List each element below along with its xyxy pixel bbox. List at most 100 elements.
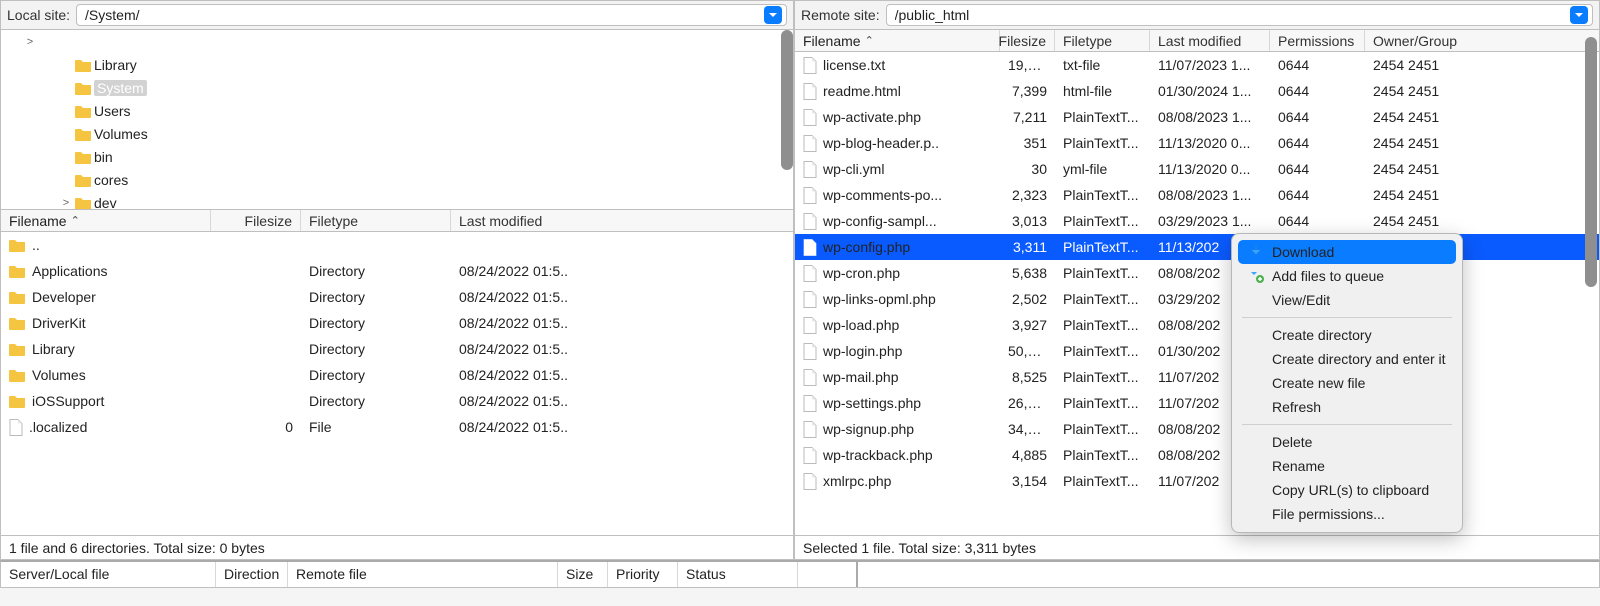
cell-filetype: Directory: [301, 263, 451, 279]
local-path-input-wrap[interactable]: [76, 4, 787, 26]
list-row[interactable]: wp-settings.php26,409PlainTextT...11/07/…: [795, 390, 1599, 416]
cell-filetype: PlainTextT...: [1055, 109, 1150, 125]
list-row[interactable]: wp-signup.php34,385PlainTextT...08/08/20…: [795, 416, 1599, 442]
menu-item-create-directory-and-enter-it[interactable]: Create directory and enter it: [1238, 347, 1456, 371]
tree-item[interactable]: Volumes: [1, 122, 793, 145]
list-row[interactable]: wp-blog-header.p..351PlainTextT...11/13/…: [795, 130, 1599, 156]
menu-item-delete[interactable]: Delete: [1238, 430, 1456, 454]
col-lastmod[interactable]: Last modified: [451, 210, 751, 231]
col-filetype[interactable]: Filetype: [1055, 30, 1150, 51]
file-icon: [803, 239, 817, 256]
queue-divider[interactable]: [798, 562, 858, 587]
transfer-queue-headers[interactable]: Server/Local fileDirectionRemote fileSiz…: [0, 560, 1600, 588]
list-row[interactable]: wp-load.php3,927PlainTextT...08/08/202: [795, 312, 1599, 338]
col-permissions[interactable]: Permissions: [1270, 30, 1365, 51]
cell-filetype: PlainTextT...: [1055, 447, 1150, 463]
file-icon: [803, 291, 817, 308]
local-file-list[interactable]: ..ApplicationsDirectory08/24/2022 01:5..…: [1, 232, 793, 535]
sort-asc-icon: ⌃: [865, 34, 874, 47]
menu-item-file-permissions-[interactable]: File permissions...: [1238, 502, 1456, 526]
queue-col-status[interactable]: Status: [678, 562, 798, 587]
folder-icon: [75, 127, 92, 141]
list-row[interactable]: LibraryDirectory08/24/2022 01:5..: [1, 336, 793, 362]
menu-item-rename[interactable]: Rename: [1238, 454, 1456, 478]
queue-col-remote[interactable]: Remote file: [288, 562, 558, 587]
tree-item[interactable]: >: [1, 30, 793, 53]
list-row[interactable]: wp-cli.yml30yml-file11/13/2020 0...06442…: [795, 156, 1599, 182]
disclosure-icon[interactable]: >: [59, 197, 73, 209]
cell-filename: wp-links-opml.php: [795, 291, 1000, 308]
tree-item-label: cores: [94, 172, 128, 188]
list-row[interactable]: xmlrpc.php3,154PlainTextT...11/07/202: [795, 468, 1599, 494]
local-path-input[interactable]: [85, 7, 760, 23]
list-row[interactable]: DeveloperDirectory08/24/2022 01:5..: [1, 284, 793, 310]
tree-item[interactable]: >dev: [1, 191, 793, 210]
cell-filetype: PlainTextT...: [1055, 135, 1150, 151]
cell-filename: wp-login.php: [795, 343, 1000, 360]
list-row[interactable]: ..: [1, 232, 793, 258]
col-filetype[interactable]: Filetype: [301, 210, 451, 231]
queue-col-direction[interactable]: Direction: [216, 562, 288, 587]
col-filesize[interactable]: Filesize: [1000, 30, 1055, 51]
download-icon: [1248, 244, 1264, 260]
disclosure-icon[interactable]: >: [23, 36, 37, 48]
list-row[interactable]: iOSSupportDirectory08/24/2022 01:5..: [1, 388, 793, 414]
remote-scrollbar[interactable]: [1585, 37, 1597, 287]
col-filename[interactable]: Filename⌃: [1, 210, 211, 231]
context-menu[interactable]: Download Add files to queueView/Edit Creat…: [1231, 233, 1463, 533]
queue-col-priority[interactable]: Priority: [608, 562, 678, 587]
col-lastmod[interactable]: Last modified: [1150, 30, 1270, 51]
list-row[interactable]: .localized0File08/24/2022 01:5..: [1, 414, 793, 440]
col-filename[interactable]: Filename⌃: [795, 30, 1000, 51]
list-row[interactable]: wp-cron.php5,638PlainTextT...08/08/202: [795, 260, 1599, 286]
menu-item-download[interactable]: Download: [1238, 240, 1456, 264]
queue-col-server[interactable]: Server/Local file: [1, 562, 216, 587]
local-list-headers[interactable]: Filename⌃FilesizeFiletypeLast modified: [1, 210, 793, 232]
tree-item[interactable]: Users: [1, 99, 793, 122]
col-owner[interactable]: Owner/Group: [1365, 30, 1470, 51]
cell-owner: 2454 2451: [1365, 109, 1470, 125]
tree-item[interactable]: bin: [1, 145, 793, 168]
list-row[interactable]: wp-trackback.php4,885PlainTextT...08/08/…: [795, 442, 1599, 468]
cell-owner: 2454 2451: [1365, 83, 1470, 99]
menu-item-label: Download: [1272, 244, 1334, 260]
folder-icon: [75, 173, 92, 187]
file-icon: [803, 265, 817, 282]
queue-col-size[interactable]: Size: [558, 562, 608, 587]
tree-item[interactable]: Library: [1, 53, 793, 76]
menu-item-add-files-to-queue[interactable]: Add files to queue: [1238, 264, 1456, 288]
cell-filename: wp-trackback.php: [795, 447, 1000, 464]
cell-filesize: 50,927: [1000, 343, 1055, 359]
menu-item-view-edit[interactable]: View/Edit: [1238, 288, 1456, 312]
remote-list-headers[interactable]: Filename⌃FilesizeFiletypeLast modifiedPe…: [795, 30, 1599, 52]
tree-item[interactable]: System: [1, 76, 793, 99]
list-row[interactable]: wp-config-sampl...3,013PlainTextT...03/2…: [795, 208, 1599, 234]
list-row[interactable]: license.txt19,915txt-file11/07/2023 1...…: [795, 52, 1599, 78]
menu-item-copy-url-s-to-clipboard[interactable]: Copy URL(s) to clipboard: [1238, 478, 1456, 502]
list-row[interactable]: readme.html7,399html-file01/30/2024 1...…: [795, 78, 1599, 104]
list-row[interactable]: VolumesDirectory08/24/2022 01:5..: [1, 362, 793, 388]
list-row[interactable]: wp-activate.php7,211PlainTextT...08/08/2…: [795, 104, 1599, 130]
local-tree[interactable]: >LibrarySystemUsersVolumesbincores>dev>e…: [1, 30, 793, 210]
remote-file-list[interactable]: license.txt19,915txt-file11/07/2023 1...…: [795, 52, 1599, 535]
remote-path-input-wrap[interactable]: [886, 4, 1593, 26]
list-row[interactable]: ApplicationsDirectory08/24/2022 01:5..: [1, 258, 793, 284]
cell-filename: wp-cli.yml: [795, 161, 1000, 178]
list-row[interactable]: wp-login.php50,927PlainTextT...01/30/202: [795, 338, 1599, 364]
col-filesize[interactable]: Filesize: [211, 210, 301, 231]
remote-path-dropdown[interactable]: [1570, 6, 1588, 24]
list-row[interactable]: wp-comments-po...2,323PlainTextT...08/08…: [795, 182, 1599, 208]
menu-item-create-new-file[interactable]: Create new file: [1238, 371, 1456, 395]
tree-scrollbar[interactable]: [781, 30, 793, 170]
remote-path-input[interactable]: [895, 7, 1566, 23]
list-row[interactable]: wp-mail.php8,525PlainTextT...11/07/202: [795, 364, 1599, 390]
local-pane: Local site: >LibrarySystemUsersVolumesbi…: [0, 0, 794, 560]
list-row[interactable]: wp-config.php3,311PlainTextT...11/13/202: [795, 234, 1599, 260]
menu-item-create-directory[interactable]: Create directory: [1238, 323, 1456, 347]
list-row[interactable]: wp-links-opml.php2,502PlainTextT...03/29…: [795, 286, 1599, 312]
list-row[interactable]: DriverKitDirectory08/24/2022 01:5..: [1, 310, 793, 336]
local-path-dropdown[interactable]: [764, 6, 782, 24]
tree-item[interactable]: cores: [1, 168, 793, 191]
cell-filename: wp-blog-header.p..: [795, 135, 1000, 152]
menu-item-refresh[interactable]: Refresh: [1238, 395, 1456, 419]
